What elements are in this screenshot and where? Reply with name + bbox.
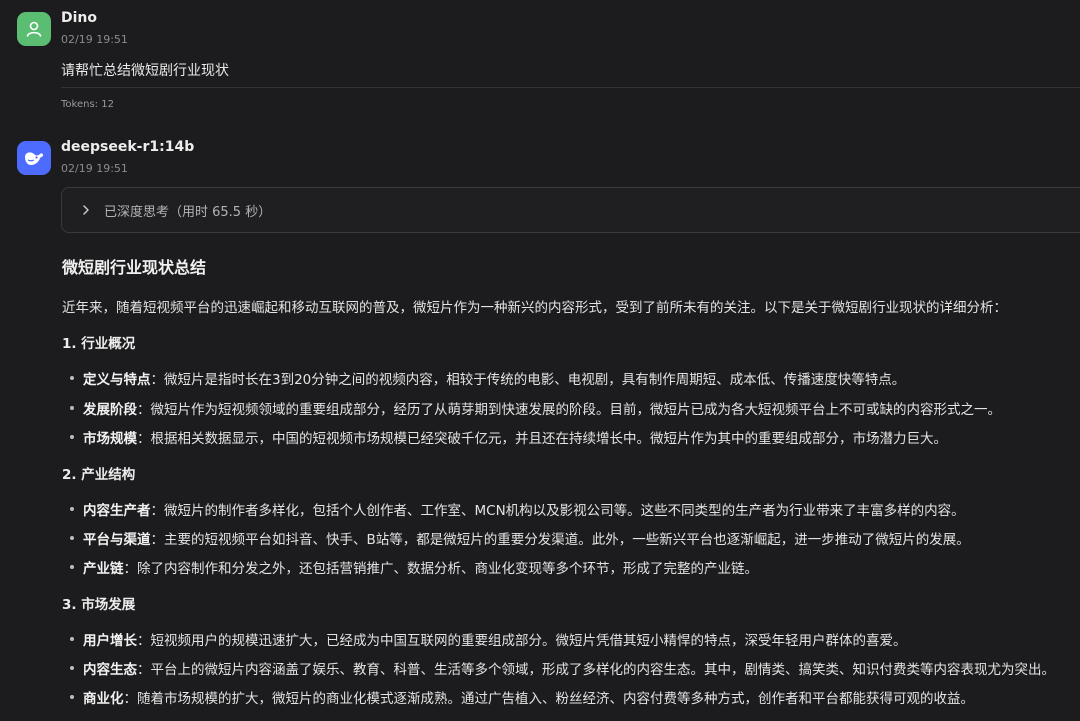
- list-item: 内容生产者：微短片的制作者多样化，包括个人创作者、工作室、MCN机构以及影视公司…: [70, 499, 965, 519]
- item-text: ：平台上的微短片内容涵盖了娱乐、教育、科普、生活等多个领域，形成了多样化的内容生…: [137, 662, 1055, 678]
- list-item: 内容生态：平台上的微短片内容涵盖了娱乐、教育、科普、生活等多个领域，形成了多样化…: [70, 658, 1055, 678]
- list-item: 用户增长：短视频用户的规模迅速扩大，已经成为中国互联网的重要组成部分。微短片凭借…: [70, 629, 907, 649]
- chevron-right-icon: [82, 203, 94, 217]
- response-intro: 近年来，随着短视频平台的迅速崛起和移动互联网的普及，微短片作为一种新兴的内容形式…: [62, 300, 1007, 316]
- item-text: ：微短片是指时长在3到20分钟之间的视频内容，相较于传统的电影、电视剧，具有制作…: [150, 372, 906, 388]
- list-item: 商业化：随着市场规模的扩大，微短片的商业化模式逐渐成熟。通过广告植入、粉丝经济、…: [70, 687, 974, 707]
- item-term: 用户增长: [83, 633, 137, 649]
- person-icon: [26, 21, 42, 37]
- token-count: Tokens: 12: [61, 99, 114, 110]
- message-divider: [61, 87, 1080, 88]
- item-text: ：主要的短视频平台如抖音、快手、B站等，都是微短片的重要分发渠道。此外，一些新兴…: [150, 532, 970, 548]
- bot-avatar: [17, 141, 51, 175]
- item-term: 内容生态: [83, 662, 137, 678]
- item-text: ：除了内容制作和分发之外，还包括营销推广、数据分析、商业化变现等多个环节，形成了…: [123, 561, 759, 577]
- user-avatar: [17, 12, 51, 46]
- whale-icon: [25, 152, 43, 165]
- item-term: 市场规模: [83, 431, 137, 447]
- bot-message-time: 02/19 19:51: [61, 162, 128, 175]
- item-text: ：根据相关数据显示，中国的短视频市场规模已经突破千亿元，并且还在持续增长中。微短…: [137, 431, 947, 447]
- item-term: 平台与渠道: [83, 532, 151, 548]
- user-name: Dino: [61, 10, 98, 26]
- list-item: 定义与特点：微短片是指时长在3到20分钟之间的视频内容，相较于传统的电影、电视剧…: [70, 368, 905, 388]
- list-item: 发展阶段：微短片作为短视频领域的重要组成部分，经历了从萌芽期到快速发展的阶段。目…: [70, 398, 1001, 418]
- response-title: 微短剧行业现状总结: [62, 258, 207, 277]
- section-heading: 3. 市场发展: [62, 597, 136, 613]
- thinking-toggle[interactable]: 已深度思考（用时 65.5 秒）: [61, 187, 1080, 233]
- item-text: ：微短片的制作者多样化，包括个人创作者、工作室、MCN机构以及影视公司等。这些不…: [150, 503, 965, 519]
- list-item: 平台与渠道：主要的短视频平台如抖音、快手、B站等，都是微短片的重要分发渠道。此外…: [70, 528, 970, 548]
- list-item: 产业链：除了内容制作和分发之外，还包括营销推广、数据分析、商业化变现等多个环节，…: [70, 557, 758, 577]
- user-message-time: 02/19 19:51: [61, 33, 128, 46]
- section-heading: 2. 产业结构: [62, 467, 136, 483]
- item-term: 商业化: [83, 691, 124, 707]
- item-term: 产业链: [83, 561, 124, 577]
- item-term: 内容生产者: [83, 503, 151, 519]
- section-heading: 1. 行业概况: [62, 336, 136, 352]
- item-term: 定义与特点: [83, 372, 151, 388]
- bot-name: deepseek-r1:14b: [61, 139, 195, 155]
- user-message-text: 请帮忙总结微短剧行业现状: [61, 63, 229, 79]
- list-item: 市场规模：根据相关数据显示，中国的短视频市场规模已经突破千亿元，并且还在持续增长…: [70, 427, 947, 447]
- thinking-label: 已深度思考（用时 65.5 秒）: [104, 204, 272, 220]
- item-text: ：随着市场规模的扩大，微短片的商业化模式逐渐成熟。通过广告植入、粉丝经济、内容付…: [123, 691, 975, 707]
- chat-page: Dino 02/19 19:51 请帮忙总结微短剧行业现状 Tokens: 12…: [0, 0, 1080, 721]
- item-text: ：微短片作为短视频领域的重要组成部分，经历了从萌芽期到快速发展的阶段。目前，微短…: [137, 402, 1001, 418]
- item-text: ：短视频用户的规模迅速扩大，已经成为中国互联网的重要组成部分。微短片凭借其短小精…: [137, 633, 907, 649]
- item-term: 发展阶段: [83, 402, 137, 418]
